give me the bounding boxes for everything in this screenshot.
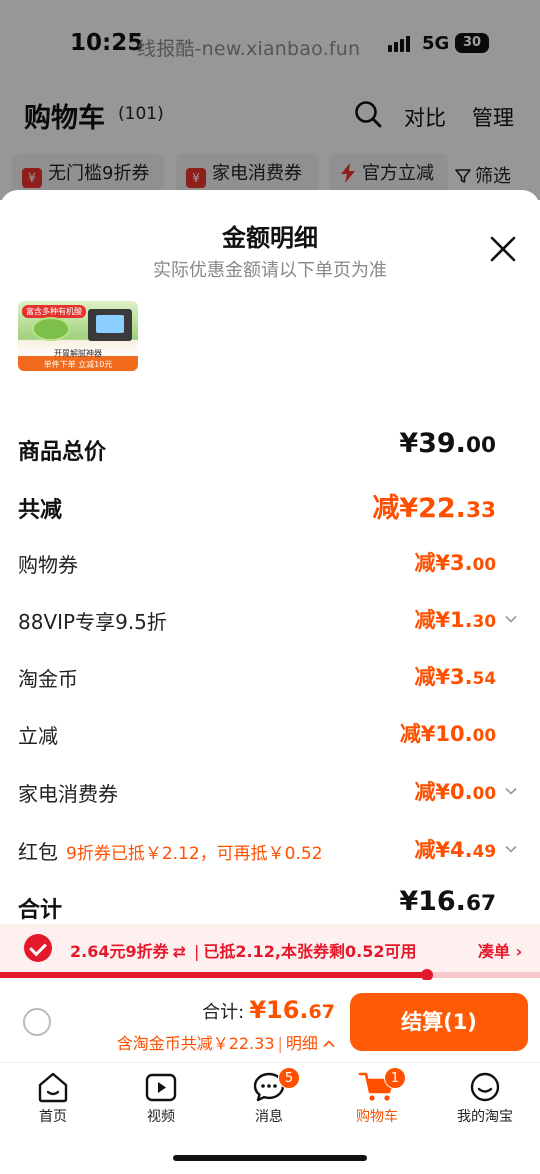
tab-video[interactable]: 视频 [111, 1071, 211, 1141]
chevron-down-icon[interactable] [504, 842, 518, 856]
row-amount: 减¥3.00 [414, 551, 496, 575]
product-box-illustration [88, 309, 132, 341]
tab-label: 视频 [147, 1109, 175, 1125]
row-88vip-discount[interactable]: 88VIP专享9.5折 减¥1.30 [18, 600, 522, 640]
row-label: 家电消费券 [18, 782, 118, 806]
row-label: 淘金币 [18, 667, 78, 691]
sheet-subtitle: 实际优惠金额请以下单页为准 [153, 260, 387, 281]
tab-label: 消息 [255, 1109, 283, 1125]
row-red-packet[interactable]: 红包 9折券已抵￥2.12，可再抵￥0.52 减¥4.49 [18, 830, 522, 870]
thumb-line-2: 单件下单 立减10元 [43, 360, 113, 369]
row-label: 购物券 [18, 553, 78, 577]
tab-messages[interactable]: 5 消息 [219, 1067, 319, 1141]
tab-label: 购物车 [356, 1109, 398, 1125]
row-amount: 减¥1.30 [414, 608, 496, 632]
row-label: 88VIP专享9.5折 [18, 610, 167, 634]
row-label: 商品总价 [18, 440, 107, 465]
chevron-down-icon[interactable] [504, 612, 518, 626]
row-label: 合计 [18, 898, 63, 923]
select-all-checkbox[interactable] [23, 1008, 51, 1036]
row-total-discount: 共减 减¥22.33 [18, 486, 522, 526]
row-amount: ¥16.67 [399, 886, 496, 917]
row-appliance-coupon[interactable]: 家电消费券 减¥0.00 [18, 772, 522, 812]
row-amount: 减¥3.54 [414, 665, 496, 689]
modal-overlay[interactable] [0, 0, 540, 200]
tab-cart[interactable]: 1 购物车 [327, 1067, 427, 1141]
cart-badge: 1 [384, 1067, 406, 1089]
checkout-button[interactable]: 结算(1) [350, 993, 528, 1051]
close-icon[interactable] [488, 234, 518, 264]
discount-detail-toggle[interactable]: 含淘金币共减￥22.33 | 明细 [117, 1030, 335, 1054]
checkout-bar: 合计: ¥16.67 含淘金币共减￥22.33 | 明细 结算(1) [0, 980, 540, 1062]
row-amount: 减¥4.49 [414, 838, 496, 862]
red-packet-note: 9折券已抵￥2.12，可再抵￥0.52 [66, 844, 323, 864]
chevron-down-icon[interactable] [504, 784, 518, 798]
coupon-text: 2.64元9折券 ⇄ | 已抵2.12,本张券剩0.52可用 [70, 942, 417, 961]
coupon-progress-bar [0, 969, 540, 981]
home-icon [38, 1072, 68, 1103]
discount-text: 含淘金币共减￥22.33 [116, 1034, 275, 1053]
tab-home[interactable]: 首页 [3, 1071, 103, 1141]
coupon-banner: 2.64元9折券 ⇄ | 已抵2.12,本张券剩0.52可用 凑单 › [0, 924, 540, 972]
product-thumbnail[interactable]: 富含多种有机酸 开胃解腻神器 单件下单 立减10元 [18, 301, 138, 371]
message-badge: 5 [278, 1067, 300, 1089]
total-value: ¥16.67 [249, 996, 335, 1024]
chevron-up-icon [323, 1040, 335, 1048]
row-label: 共减 [18, 498, 63, 523]
coupon-checkbox[interactable] [24, 934, 52, 962]
row-instant-discount: 立减 减¥10.00 [18, 714, 522, 754]
row-amount: 减¥10.00 [399, 722, 496, 746]
row-label: 立减 [18, 724, 58, 748]
row-label: 红包 9折券已抵￥2.12，可再抵￥0.52 [18, 840, 323, 864]
row-amount: 减¥0.00 [414, 780, 496, 804]
row-sum: 合计 ¥16.67 [18, 886, 522, 926]
row-shopping-coupon: 购物券 减¥3.00 [18, 543, 522, 583]
tab-label: 首页 [39, 1109, 67, 1125]
swap-icon[interactable]: ⇄ [173, 942, 186, 961]
home-indicator[interactable] [173, 1155, 367, 1161]
add-items-link[interactable]: 凑单 › [478, 938, 522, 962]
row-amount: 减¥22.33 [372, 493, 496, 524]
total-line: 合计: ¥16.67 [202, 996, 335, 1024]
coupon-progress-fill [0, 972, 427, 978]
row-amount: ¥39.00 [399, 428, 496, 459]
chevron-right-icon: › [515, 942, 523, 961]
row-total-price: 商品总价 ¥39.00 [18, 428, 522, 468]
tab-label: 我的淘宝 [457, 1109, 513, 1125]
detail-label: 明细 [285, 1034, 318, 1053]
thumb-tag: 富含多种有机酸 [22, 305, 86, 318]
amount-detail-sheet: 金额明细 实际优惠金额请以下单页为准 富含多种有机酸 开胃解腻神器 单件下单 立… [0, 190, 540, 930]
sheet-title: 金额明细 [222, 224, 318, 252]
thumb-line-1: 开胃解腻神器 [54, 349, 102, 358]
row-taojinbi: 淘金币 减¥3.54 [18, 657, 522, 697]
total-label: 合计: [202, 1002, 245, 1023]
tab-my-taobao[interactable]: 我的淘宝 [435, 1071, 535, 1141]
melon-illustration [32, 317, 70, 341]
video-icon [145, 1073, 177, 1102]
profile-icon [470, 1072, 500, 1102]
